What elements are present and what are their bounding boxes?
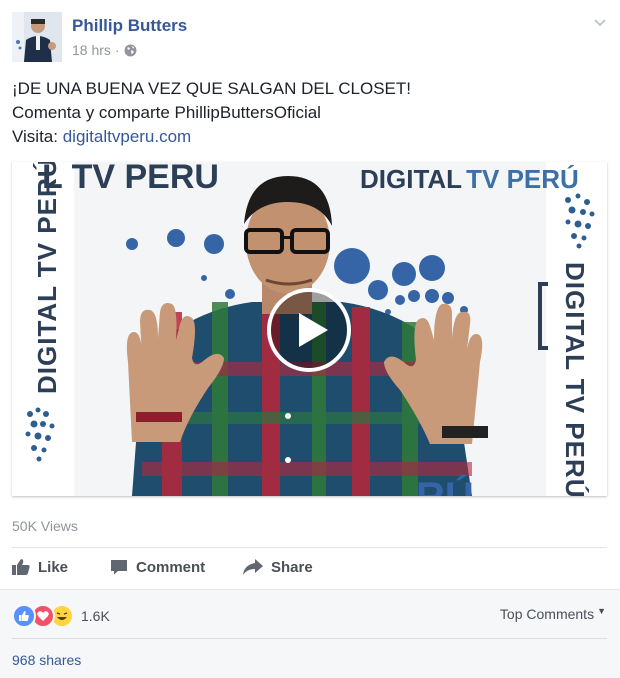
reaction-summary[interactable]: 1.6K: [12, 604, 110, 628]
post-text: ¡DE UNA BUENA VEZ QUE SALGAN DEL CLOSET!…: [12, 77, 411, 149]
brand-partial-text: L TV PERU: [42, 162, 219, 196]
share-label: Share: [271, 558, 313, 576]
like-label: Like: [38, 558, 69, 576]
play-button-icon[interactable]: [266, 287, 352, 373]
chevron-down-icon[interactable]: [592, 14, 608, 30]
facebook-post: Phillip Butters 18 hrs · ¡DE UNA BUENA V…: [0, 0, 620, 678]
top-comments-dropdown[interactable]: Top Comments ▼: [500, 606, 606, 622]
brand-top-text: DIGITAL TV PERÚ: [360, 164, 579, 194]
author-name[interactable]: Phillip Butters: [72, 16, 187, 36]
thumbs-up-icon: [12, 559, 30, 575]
post-meta: 18 hrs ·: [72, 42, 137, 58]
reaction-count: 1.6K: [81, 608, 110, 624]
comment-label: Comment: [136, 558, 206, 576]
caret-down-icon: ▼: [597, 606, 606, 616]
divider: [12, 638, 607, 639]
share-arrow-icon: [243, 559, 263, 575]
comment-icon: [111, 560, 127, 575]
share-count[interactable]: 968 shares: [12, 652, 81, 668]
video-player[interactable]: DIGITAL TV PERÚ DIGITAL TV PERÚ L TV PER…: [12, 162, 607, 496]
post-line-2: Comenta y comparte PhillipButtersOficial: [12, 103, 321, 122]
divider: [12, 547, 607, 548]
globe-icon[interactable]: [124, 44, 137, 57]
view-count: 50K Views: [12, 518, 78, 534]
avatar[interactable]: [12, 12, 62, 62]
post-time[interactable]: 18 hrs: [72, 42, 111, 58]
post-line-3: Visita: digitaltvperu.com: [12, 125, 411, 149]
like-button[interactable]: Like: [12, 559, 110, 576]
comment-button[interactable]: Comment: [110, 559, 243, 576]
website-link[interactable]: digitaltvperu.com: [63, 127, 192, 146]
like-reaction-icon: [12, 604, 36, 628]
post-line-1: ¡DE UNA BUENA VEZ QUE SALGAN DEL CLOSET!: [12, 79, 411, 98]
visit-label: Visita:: [12, 127, 63, 146]
top-comments-label: Top Comments: [499, 606, 595, 622]
brand-left-text: DIGITAL TV PERÚ: [32, 162, 62, 394]
action-bar: Like Comment Share: [12, 553, 313, 581]
meta-separator: ·: [114, 42, 120, 58]
brand-bottom-partial: RÚ: [416, 473, 474, 496]
reactions-bar: 1.6K Top Comments ▼ 968 shares: [0, 589, 620, 678]
brand-right-text: DIGITAL TV PERÚ: [560, 262, 590, 496]
share-button[interactable]: Share: [243, 559, 313, 576]
